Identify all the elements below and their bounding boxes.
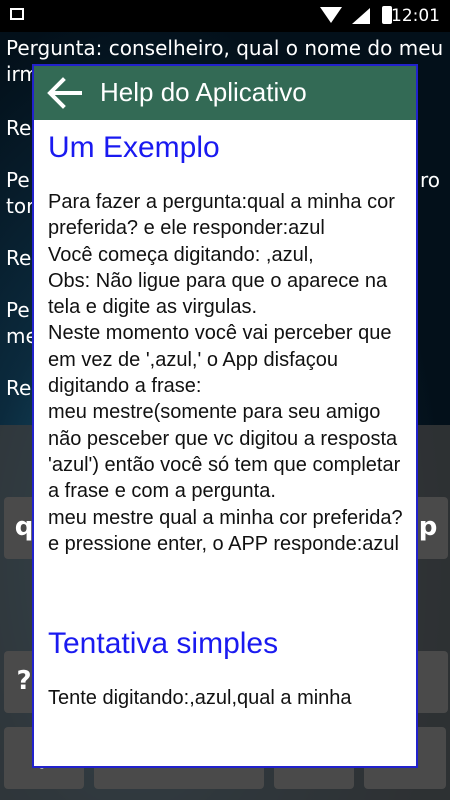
conversation-fragment: ro [420,168,441,192]
status-bar: 12:01 [0,0,450,32]
section-title-example: Um Exemplo [48,131,220,164]
wifi-icon [320,7,342,23]
conversation-line: Pe [6,168,30,192]
dialog-header: Help do Aplicativo [34,66,416,120]
section-text-example: Para fazer a pergunta:qual a minha cor p… [48,191,403,555]
conversation-line: Pergunta: conselheiro, qual o nome do me… [6,36,444,60]
conversation-line: Pe [6,298,30,322]
conversation-line: tor [6,194,35,218]
help-content[interactable]: Um Exemplo Para fazer a pergunta:qual a … [48,120,414,711]
conversation-line: Re [6,376,32,400]
signal-icon [352,8,370,24]
section-text-simple-attempt: Tente digitando:,azul,qual a minha [48,687,352,710]
dialog-title: Help do Aplicativo [100,77,307,107]
conversation-line: Re [6,246,32,270]
clock: 12:01 [391,6,440,26]
section-title-simple-attempt: Tentativa simples [48,627,279,661]
back-arrow-icon[interactable] [46,76,82,110]
image-notification-icon [10,8,24,20]
help-dialog: Help do Aplicativo Um Exemplo Para fazer… [32,64,418,768]
conversation-line: Re [6,116,32,140]
